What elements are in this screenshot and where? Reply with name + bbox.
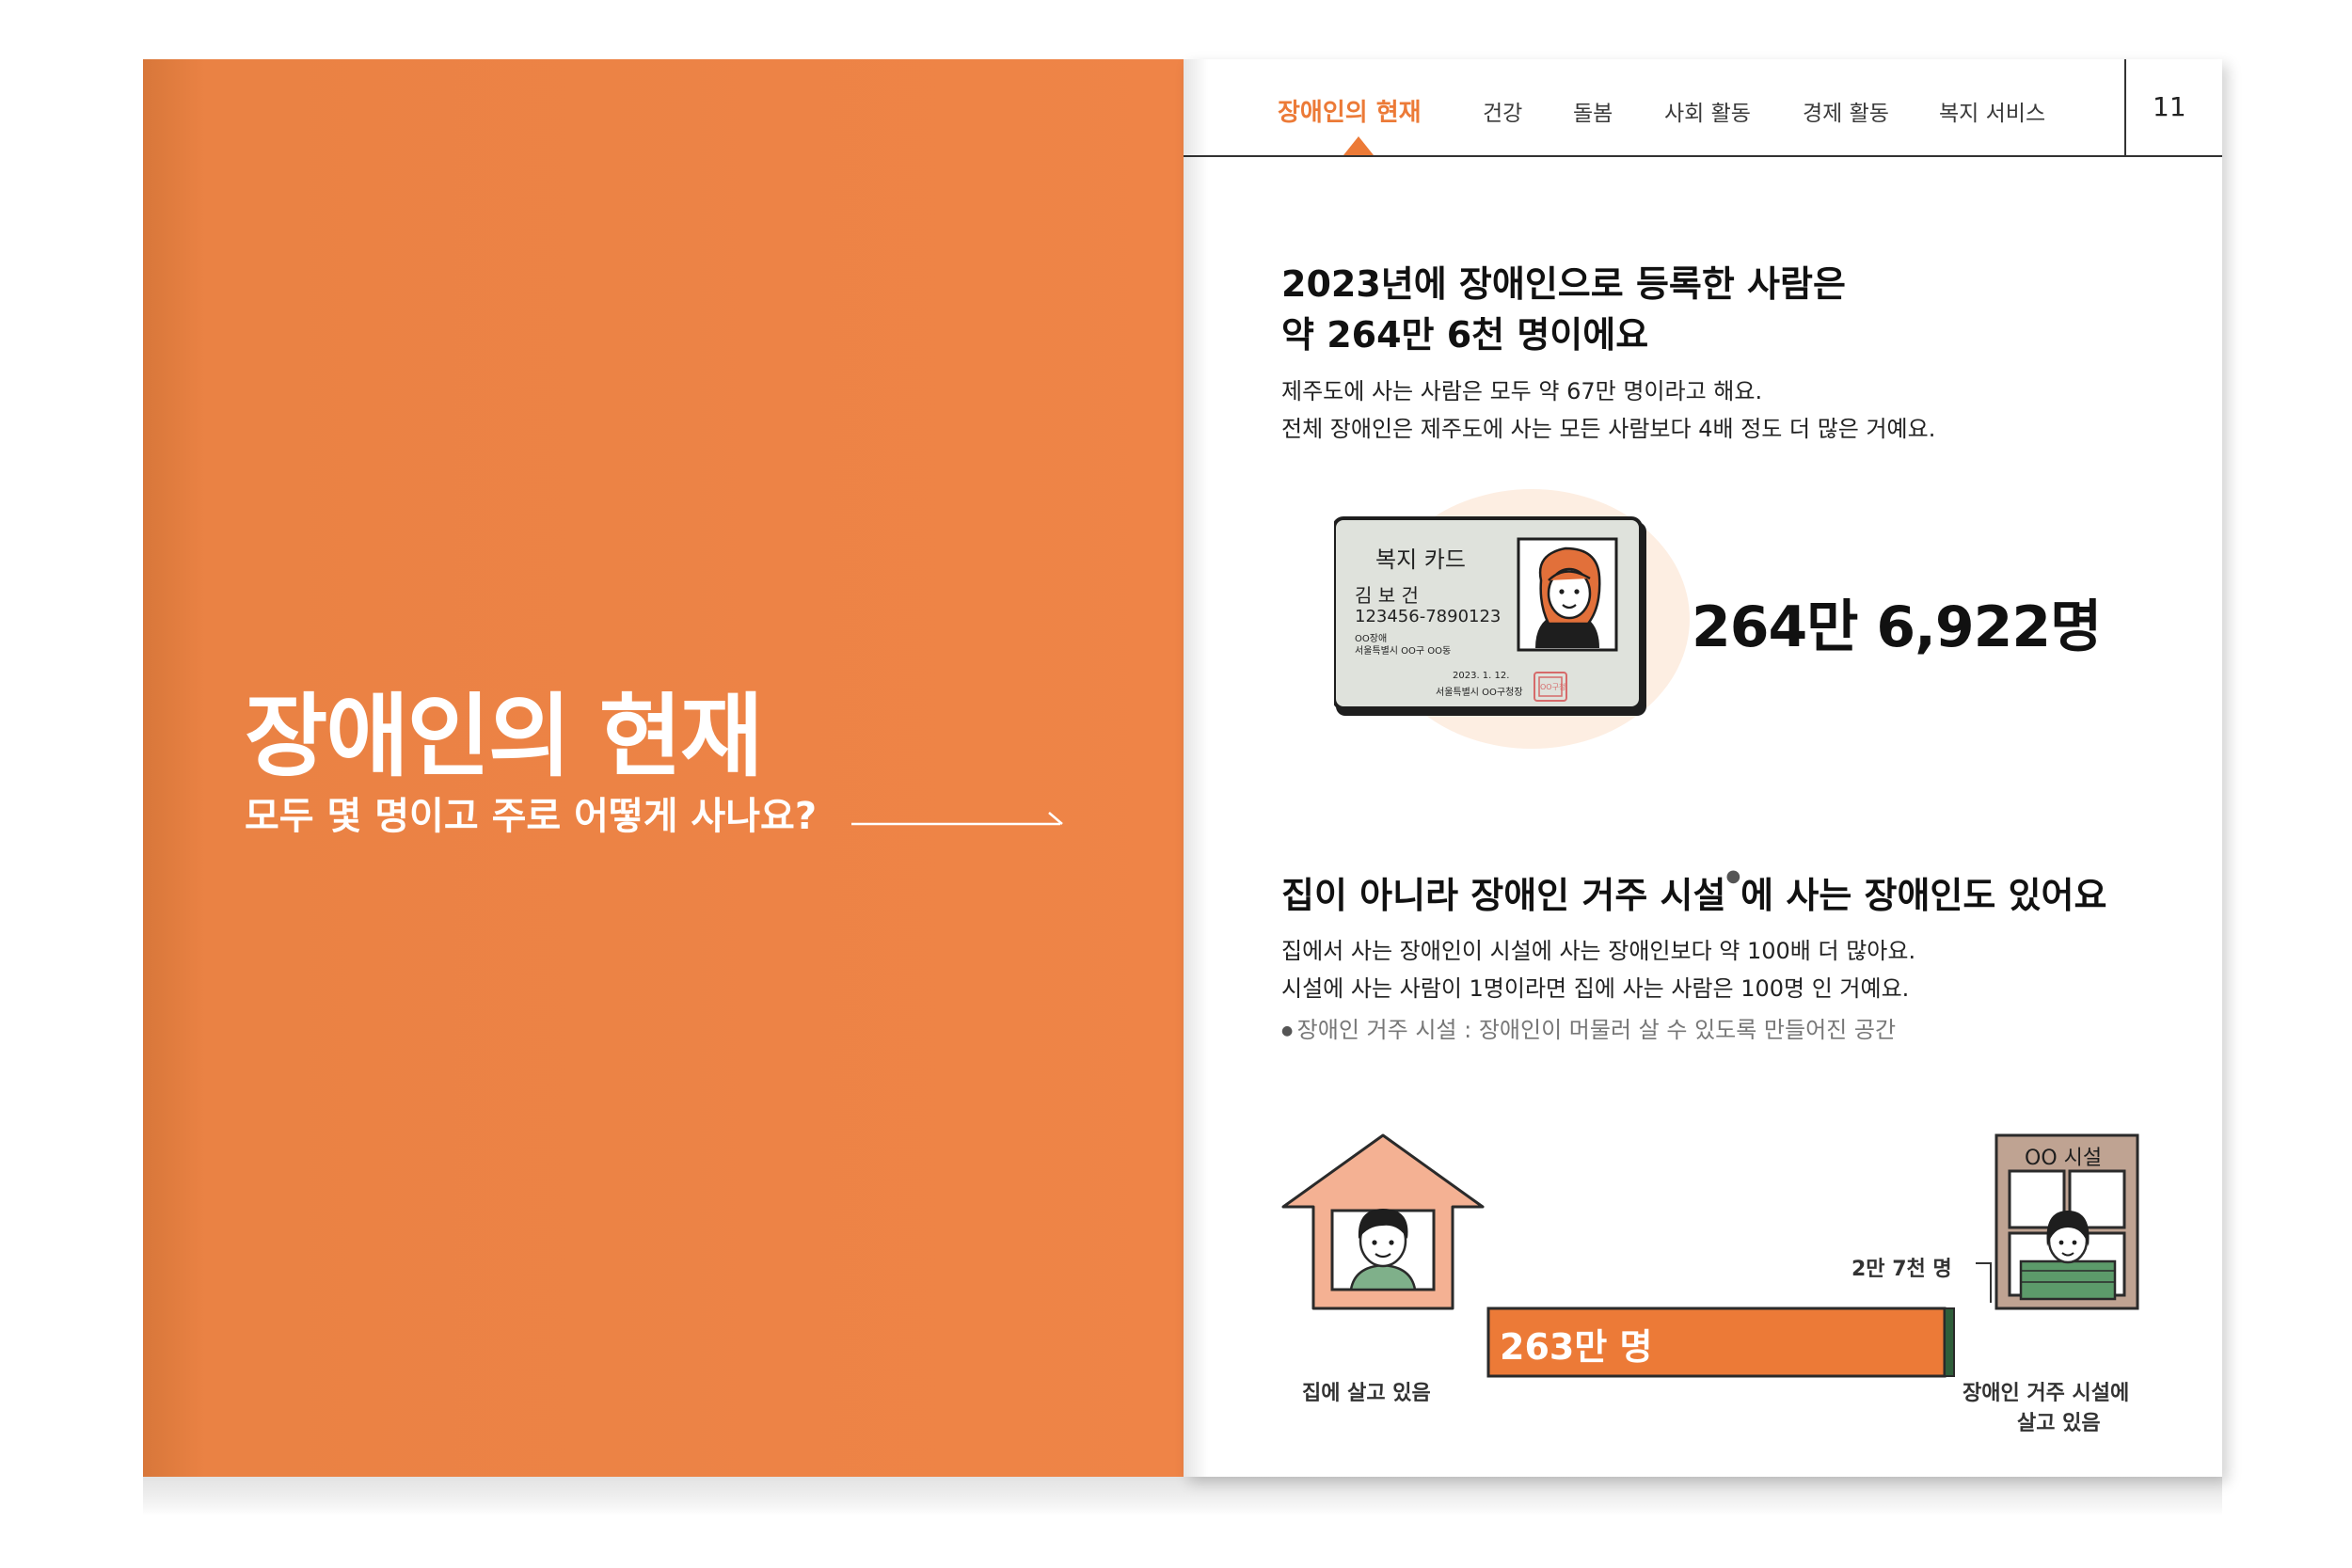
bar-home-label: 263만 명 bbox=[1500, 1326, 1653, 1368]
facility-label-line1: 장애인 거주 시설에 bbox=[1963, 1382, 2130, 1405]
card-name: 김 보 건 bbox=[1355, 584, 1419, 607]
nav-divider bbox=[2124, 59, 2126, 157]
arrow-right-icon bbox=[851, 812, 1063, 826]
card-id-number: 123456-7890123 bbox=[1355, 607, 1502, 626]
card-date: 2023. 1. 12. bbox=[1453, 671, 1510, 681]
nav-rule bbox=[1184, 155, 2222, 157]
cover-title: 장애인의 현재 bbox=[245, 684, 763, 789]
section2-body-line1: 집에서 사는 장애인이 시설에 사는 장애인보다 약 100배 더 많아요. bbox=[1281, 938, 1916, 964]
section1-body-line2: 전체 장애인은 제주도에 사는 모든 사람보다 4배 정도 더 많은 거예요. bbox=[1281, 416, 1936, 442]
active-tab-marker-icon bbox=[1343, 136, 1374, 155]
section1-heading-line2: 약 264만 6천 명이에요 bbox=[1281, 314, 1649, 356]
nav-item-current-status[interactable]: 장애인의 현재 bbox=[1278, 93, 1422, 128]
bar-facility-label: 2만 7천 명 bbox=[1851, 1258, 1952, 1281]
nav-item-social-activity[interactable]: 사회 활동 bbox=[1664, 95, 1751, 127]
residence-chart: 263만 명 2만 7천 명 OO 시설 집에 살고 있음 장애인 거주 시설에… bbox=[1278, 1130, 2139, 1487]
welfare-card-illustration: 복지 카드 김 보 건 123456-7890123 OO장애 서울특별시 OO… bbox=[1334, 483, 1692, 755]
section2-heading: 집이 아니라 장애인 거주 시설●에 사는 장애인도 있어요 bbox=[1281, 866, 2107, 916]
facility-sign: OO 시설 bbox=[2025, 1147, 2103, 1170]
nav-item-welfare-service[interactable]: 복지 서비스 bbox=[1939, 95, 2045, 127]
content-page: 장애인의 현재 건강 돌봄 사회 활동 경제 활동 복지 서비스 11 2023… bbox=[1184, 59, 2222, 1477]
bar-facility bbox=[1944, 1307, 1955, 1377]
page-number: 11 bbox=[2153, 91, 2186, 122]
section2-body-line2: 시설에 사는 사람이 1명이라면 집에 사는 사람은 100명 인 거예요. bbox=[1281, 975, 1910, 1002]
card-issuer: 서울특별시 OO구청장 bbox=[1436, 688, 1523, 698]
section2-footnote: ● 장애인 거주 시설 : 장애인이 머물러 살 수 있도록 만들어진 공간 bbox=[1281, 1017, 1897, 1043]
home-label: 집에 살고 있음 bbox=[1302, 1382, 1431, 1405]
nav-item-health[interactable]: 건강 bbox=[1483, 95, 1522, 127]
section1-body-line1: 제주도에 사는 사람은 모두 약 67만 명이라고 해요. bbox=[1281, 378, 1763, 404]
section1-heading-line1: 2023년에 장애인으로 등록한 사람은 bbox=[1281, 263, 1846, 305]
page-gutter bbox=[1184, 59, 1208, 1477]
registered-total: 264만 6,922명 bbox=[1692, 594, 2102, 660]
card-seal-text: OO구청 bbox=[1540, 683, 1566, 691]
section-nav: 장애인의 현재 건강 돌봄 사회 활동 경제 활동 복지 서비스 11 bbox=[1184, 59, 2222, 157]
house-icon bbox=[1281, 1133, 1485, 1310]
card-title: 복지 카드 bbox=[1375, 546, 1466, 573]
nav-item-care[interactable]: 돌봄 bbox=[1573, 95, 1613, 127]
facility-label-line2: 살고 있음 bbox=[2017, 1412, 2101, 1435]
nav-item-economic-activity[interactable]: 경제 활동 bbox=[1803, 95, 1889, 127]
cover-subtitle: 모두 몇 명이고 주로 어떻게 사나요? bbox=[245, 795, 818, 838]
card-address: 서울특별시 OO구 OO동 bbox=[1355, 646, 1452, 657]
